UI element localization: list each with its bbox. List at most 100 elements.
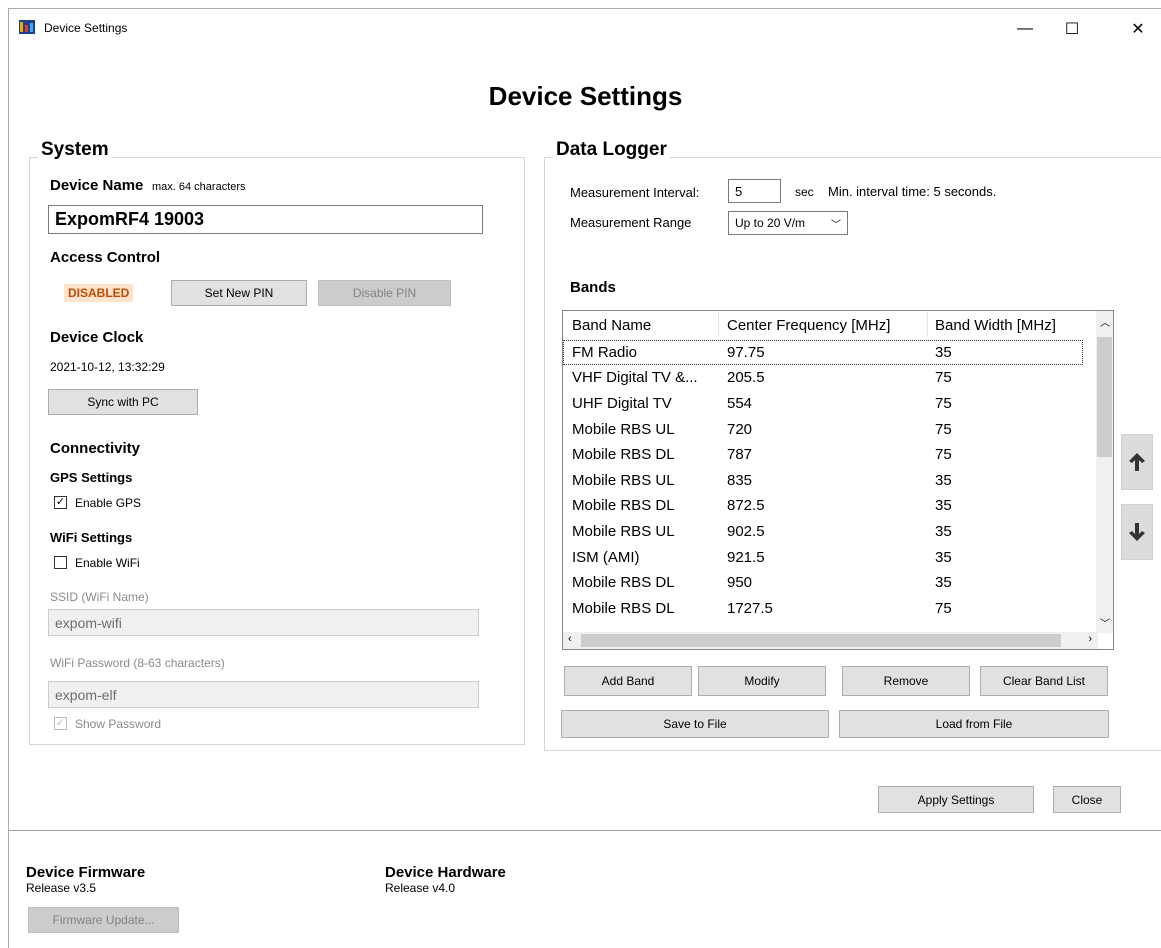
center-frequency-cell: 872.5 [727, 497, 765, 514]
table-row[interactable]: ISM (AMI) 921.5 35 [563, 545, 1083, 570]
band-name-cell: Mobile RBS DL [572, 446, 675, 463]
band-width-cell: 35 [935, 523, 952, 540]
access-control-label: Access Control [50, 249, 161, 266]
column-header-band-name[interactable]: Band Name [572, 317, 651, 334]
arrow-up-icon [1129, 453, 1145, 471]
firmware-update-button[interactable]: Firmware Update... [28, 907, 179, 933]
table-row[interactable]: Mobile RBS UL 835 35 [563, 468, 1083, 493]
table-row[interactable]: Mobile RBS UL 902.5 35 [563, 519, 1083, 544]
band-name-cell: Mobile RBS DL [572, 497, 675, 514]
band-width-cell: 35 [935, 549, 952, 566]
checkmark-icon: ✓ [55, 717, 66, 729]
measurement-interval-label: Measurement Interval: [570, 185, 700, 200]
center-frequency-cell: 950 [727, 574, 753, 591]
table-row[interactable]: Mobile RBS DL 1727.5 75 [563, 596, 1083, 621]
maximize-icon: ☐ [1064, 21, 1080, 38]
show-password-checkbox[interactable]: ✓ [54, 717, 67, 730]
band-name-cell: Mobile RBS DL [572, 600, 675, 617]
chevron-down-icon: ﹀ [831, 220, 841, 231]
measurement-range-select[interactable]: Up to 20 V/m ﹀ [728, 211, 848, 235]
load-from-file-button[interactable]: Load from File [839, 710, 1109, 738]
device-settings-window: Device Settings — ☐ ✕ Device Settings Sy… [8, 8, 1161, 948]
table-row[interactable]: UHF Digital TV 554 75 [563, 391, 1083, 416]
table-row[interactable]: Mobile RBS UL 720 75 [563, 417, 1083, 442]
center-frequency-cell: 720 [727, 421, 753, 438]
close-button[interactable]: Close [1053, 786, 1121, 813]
band-name-cell: Mobile RBS UL [572, 421, 675, 438]
move-band-up-button[interactable] [1121, 434, 1153, 490]
clear-band-list-button[interactable]: Clear Band List [980, 666, 1108, 696]
band-width-cell: 35 [935, 472, 952, 489]
ssid-label: SSID (WiFi Name) [50, 590, 149, 604]
band-width-cell: 75 [935, 369, 952, 386]
center-frequency-cell: 1727.5 [727, 600, 773, 617]
enable-gps-label: Enable GPS [75, 496, 142, 510]
ssid-input[interactable]: expom-wifi [48, 609, 479, 636]
device-name-input[interactable]: ExpomRF4 19003 [48, 205, 483, 234]
column-header-band-width[interactable]: Band Width [MHz] [935, 317, 1056, 334]
scroll-down-icon[interactable]: ﹀ [1100, 615, 1110, 630]
minimize-button[interactable]: — [1002, 9, 1048, 49]
scroll-right-icon[interactable]: › [1088, 633, 1092, 645]
horizontal-scrollbar[interactable]: ‹ › [563, 632, 1098, 649]
modify-band-button[interactable]: Modify [698, 666, 826, 696]
scroll-thumb[interactable] [1097, 337, 1112, 457]
interval-note: Min. interval time: 5 seconds. [828, 184, 997, 199]
scroll-left-icon[interactable]: ‹ [568, 633, 572, 645]
scroll-up-icon[interactable]: ︿ [1100, 314, 1110, 329]
connectivity-label: Connectivity [50, 440, 141, 457]
column-header-center-frequency[interactable]: Center Frequency [MHz] [727, 317, 890, 334]
enable-wifi-checkbox[interactable] [54, 556, 67, 569]
band-width-cell: 35 [935, 574, 952, 591]
disable-pin-button[interactable]: Disable PIN [318, 280, 451, 306]
center-frequency-cell: 97.75 [727, 344, 765, 361]
data-logger-legend: Data Logger [553, 139, 670, 161]
wifi-password-input[interactable]: expom-elf [48, 681, 479, 708]
close-window-button[interactable]: ✕ [1115, 9, 1161, 49]
enable-gps-checkbox[interactable]: ✓ [54, 496, 67, 509]
bands-list[interactable]: Band Name Center Frequency [MHz] Band Wi… [562, 310, 1114, 650]
maximize-button[interactable]: ☐ [1049, 9, 1095, 49]
apply-settings-button[interactable]: Apply Settings [878, 786, 1034, 813]
add-band-button[interactable]: Add Band [564, 666, 692, 696]
measurement-interval-input[interactable]: 5 [728, 179, 781, 203]
interval-unit: sec [795, 185, 814, 199]
table-row[interactable]: Mobile RBS DL 787 75 [563, 442, 1083, 467]
band-width-cell: 75 [935, 395, 952, 412]
enable-wifi-label: Enable WiFi [75, 556, 140, 570]
system-legend: System [38, 139, 112, 161]
band-name-cell: VHF Digital TV &... [572, 369, 698, 386]
remove-band-button[interactable]: Remove [842, 666, 970, 696]
table-row[interactable]: Mobile RBS DL 950 35 [563, 570, 1083, 595]
device-firmware-label: Device Firmware [26, 864, 146, 881]
band-name-cell: UHF Digital TV [572, 395, 672, 412]
device-clock-value: 2021-10-12, 13:32:29 [50, 360, 165, 374]
measurement-range-label: Measurement Range [570, 215, 692, 230]
set-new-pin-button[interactable]: Set New PIN [171, 280, 307, 306]
save-to-file-button[interactable]: Save to File [561, 710, 829, 738]
device-firmware-value: Release v3.5 [26, 881, 97, 895]
measurement-range-value: Up to 20 V/m [735, 216, 806, 230]
sync-with-pc-button[interactable]: Sync with PC [48, 389, 198, 415]
center-frequency-cell: 835 [727, 472, 753, 489]
center-frequency-cell: 921.5 [727, 549, 765, 566]
band-width-cell: 35 [935, 497, 952, 514]
title-bar[interactable]: Device Settings — ☐ ✕ [9, 9, 1161, 49]
gps-settings-label: GPS Settings [50, 470, 133, 485]
table-row[interactable]: FM Radio 97.75 35 [563, 340, 1083, 365]
table-row[interactable]: VHF Digital TV &... 205.5 75 [563, 365, 1083, 390]
band-width-cell: 35 [935, 344, 952, 361]
window-title: Device Settings [44, 21, 128, 35]
horizontal-scroll-thumb[interactable] [581, 634, 1061, 647]
pin-status-badge: DISABLED [64, 284, 134, 302]
column-divider [927, 313, 928, 337]
table-row[interactable]: Mobile RBS DL 872.5 35 [563, 493, 1083, 518]
vertical-scrollbar[interactable]: ︿ ﹀ [1096, 311, 1113, 633]
bands-label: Bands [570, 279, 616, 296]
center-frequency-cell: 205.5 [727, 369, 765, 386]
band-width-cell: 75 [935, 600, 952, 617]
page-title: Device Settings [488, 81, 683, 111]
minimize-icon: — [1017, 20, 1033, 37]
move-band-down-button[interactable] [1121, 504, 1153, 560]
checkmark-icon: ✓ [55, 496, 66, 508]
